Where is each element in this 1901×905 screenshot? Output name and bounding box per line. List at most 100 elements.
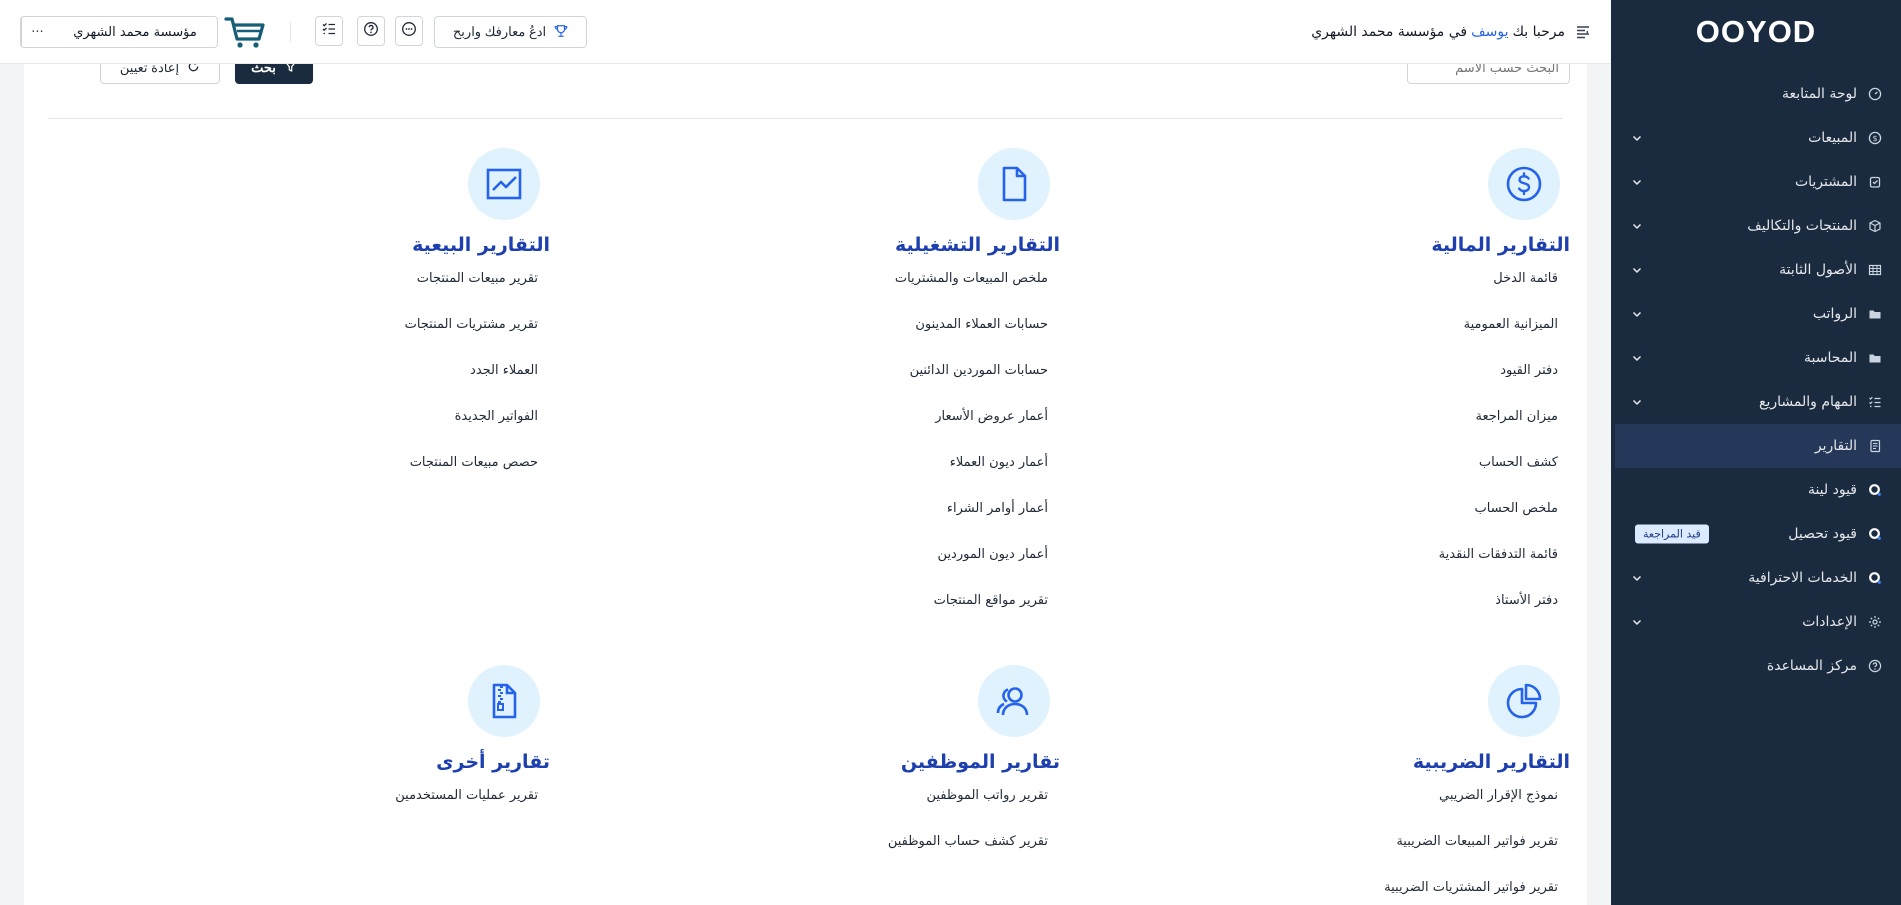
chat-button[interactable] [395,16,423,46]
dollar-circle-icon [1488,148,1560,220]
sidebar-item-label: المحاسبة [1803,350,1857,366]
report-link[interactable]: تقرير مبيعات المنتجات [250,268,550,314]
reports-panel: بحث إعادة تعيين التقارير المالية قائمة ال… [24,64,1587,905]
section-title: التقارير البيعية [412,234,550,256]
report-link[interactable]: نموذج الإقرار الضريبي [1270,785,1570,831]
sidebar-item[interactable]: الأصول الثابتة [1611,248,1901,292]
report-link[interactable]: دفتر الأستاذ [1270,590,1570,636]
sidebar-item-label: قيود لينة [1807,482,1857,498]
chevron-down-icon[interactable] [1631,220,1643,232]
organization-select[interactable]: مؤسسة محمد الشهري ··· [20,16,218,48]
sidebar-item[interactable]: المحاسبة [1611,336,1901,380]
report-link[interactable]: تقرير رواتب الموظفين [760,785,1060,831]
folder-icon [1867,350,1883,366]
chevron-down-icon[interactable] [1631,308,1643,320]
checklist-icon [321,21,337,41]
sidebar-item[interactable]: الإعدادات [1611,600,1901,644]
report-link[interactable]: أعمار أوامر الشراء [760,498,1060,544]
sidebar-item-label: قيود تحصيل [1788,526,1857,542]
welcome-suffix: في مؤسسة محمد الشهري [1311,24,1468,40]
document-icon [978,148,1050,220]
chevron-down-icon[interactable] [1631,396,1643,408]
sidebar-item[interactable]: التقارير [1615,424,1901,468]
report-list: تقرير مبيعات المنتجات تقرير مشتريات المنت… [250,268,550,498]
invite-button[interactable]: ادعُ معارفك واربح [434,16,587,48]
sidebar-item[interactable]: مركز المساعدة [1611,644,1901,688]
user-name[interactable]: يوسف [1471,24,1508,40]
more-options-icon[interactable]: ··· [21,17,53,47]
sidebar-item-label: المبيعات [1808,130,1857,146]
sidebar-item[interactable]: المهام والمشاريع [1611,380,1901,424]
report-link[interactable]: أعمار ديون الموردين [760,544,1060,590]
sidebar-item[interactable]: قيود تحصيل قيد المراجعة [1611,512,1901,556]
report-link[interactable]: تقرير فواتير المبيعات الضريبية [1270,831,1570,877]
chevron-down-icon[interactable] [1631,572,1643,584]
status-badge: قيد المراجعة [1635,524,1709,544]
section-title: تقارير أخرى [436,751,550,773]
help-button[interactable] [357,16,385,46]
brand-logo[interactable]: OOYOD [1611,0,1901,64]
report-link[interactable]: أعمار عروض الأسعار [760,406,1060,452]
sidebar-item[interactable]: المنتجات والتكاليف [1611,204,1901,248]
report-section: تقارير أخرى تقرير عمليات المستخدمين [250,665,550,831]
box-icon [1867,218,1883,234]
dollar-circle-icon: $ [1867,130,1883,146]
search-input[interactable] [1407,64,1570,84]
report-link[interactable]: حسابات الموردين الدائنين [760,360,1060,406]
report-link[interactable]: العملاء الجدد [250,360,550,406]
sidebar-item[interactable]: المشتريات [1611,160,1901,204]
sidebar-item-label: مركز المساعدة [1766,658,1857,674]
chevron-down-icon[interactable] [1631,176,1643,188]
sidebar-item[interactable]: قيود لينة [1611,468,1901,512]
sidebar-item[interactable]: الخدمات الاحترافية [1611,556,1901,600]
report-link[interactable]: تقرير كشف حساب الموظفين [760,831,1060,877]
chevron-down-icon[interactable] [1631,352,1643,364]
sidebar-item[interactable]: الرواتب [1611,292,1901,336]
report-link[interactable]: ملخص المبيعات والمشتريات [760,268,1060,314]
report-link[interactable]: حصص مبيعات المنتجات [250,452,550,498]
dashboard-icon [1867,86,1883,102]
report-link[interactable]: الفواتير الجديدة [250,406,550,452]
chevron-down-icon[interactable] [1631,616,1643,628]
sidebar-nav: لوحة المتابعة $ المبيعات المشتريات المنتجات … [1611,72,1901,688]
reset-button[interactable]: إعادة تعيين [100,64,220,84]
report-list: قائمة الدخل الميزانية العمومية دفتر القيود… [1270,268,1570,636]
report-section: التقارير البيعية تقرير مبيعات المنتجات تقر… [250,148,550,498]
menu-toggle-icon[interactable] [1575,24,1591,40]
report-list: تقرير رواتب الموظفين تقرير كشف حساب الموظ… [760,785,1060,877]
cart-button[interactable] [224,14,266,50]
users-icon [978,665,1050,737]
report-section: التقارير المالية قائمة الدخل الميزانية الع… [1270,148,1570,636]
report-link[interactable]: أعمار ديون العملاء [760,452,1060,498]
report-link[interactable]: تقرير عمليات المستخدمين [250,785,550,831]
report-link[interactable]: ملخص الحساب [1270,498,1570,544]
svg-text:$: $ [1872,134,1877,143]
chat-bubble-icon [401,21,417,41]
section-title: تقارير الموظفين [900,751,1060,773]
report-list: ملخص المبيعات والمشتريات حسابات العملاء ا… [760,268,1060,636]
report-link[interactable]: تقرير مشتريات المنتجات [250,314,550,360]
report-link[interactable]: ميزان المراجعة [1270,406,1570,452]
report-link[interactable]: الميزانية العمومية [1270,314,1570,360]
trend-chart-icon [468,148,540,220]
sidebar-item[interactable]: $ المبيعات [1611,116,1901,160]
chevron-down-icon[interactable] [1631,132,1643,144]
gear-icon [1867,614,1883,630]
report-link[interactable]: كشف الحساب [1270,452,1570,498]
organization-name: مؤسسة محمد الشهري [73,24,197,40]
chevron-down-icon[interactable] [1631,264,1643,276]
lean-icon [1867,526,1883,542]
tasks-button[interactable] [315,16,343,46]
report-link[interactable]: دفتر القيود [1270,360,1570,406]
report-link[interactable]: قائمة الدخل [1270,268,1570,314]
logo-text: OOYOD [1695,14,1817,49]
report-section: تقارير الموظفين تقرير رواتب الموظفين تقرير… [760,665,1060,877]
sidebar-item-label: الخدمات الاحترافية [1748,570,1857,586]
sidebar-item-label: لوحة المتابعة [1781,86,1857,102]
report-link[interactable]: حسابات العملاء المدينون [760,314,1060,360]
search-button[interactable]: بحث [235,64,313,84]
sidebar-item[interactable]: لوحة المتابعة [1611,72,1901,116]
report-link[interactable]: قائمة التدفقات النقدية [1270,544,1570,590]
report-link[interactable]: تقرير مواقع المنتجات [760,590,1060,636]
report-link[interactable]: تقرير فواتير المشتريات الضريبية [1270,877,1570,905]
